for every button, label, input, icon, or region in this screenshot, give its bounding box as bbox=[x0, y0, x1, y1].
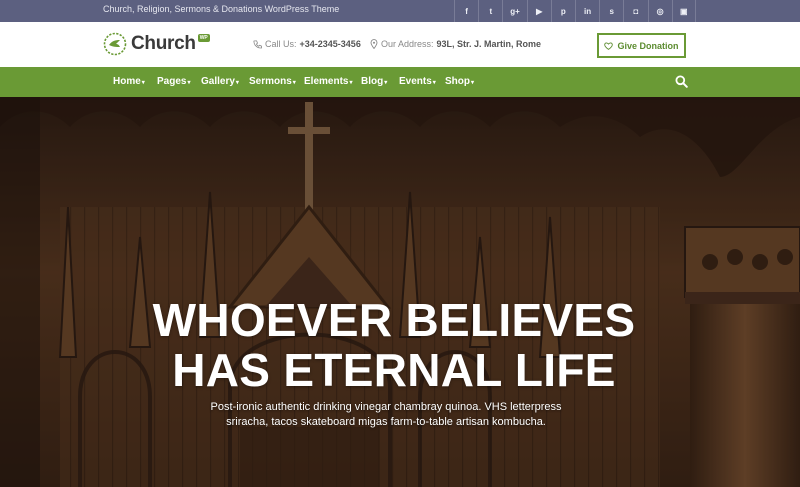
nav-item-gallery[interactable]: Gallery▾ bbox=[201, 76, 239, 87]
nav-item-home[interactable]: Home▾ bbox=[113, 76, 145, 87]
hero-headline: WHOEVER BELIEVES HAS ETERNAL LIFE bbox=[0, 295, 788, 395]
chevron-down-icon: ▾ bbox=[141, 80, 145, 86]
chevron-down-icon: ▾ bbox=[471, 80, 475, 86]
heart-icon bbox=[604, 41, 614, 50]
chevron-down-icon: ▾ bbox=[187, 80, 191, 86]
youtube-icon[interactable]: ▶ bbox=[526, 0, 551, 22]
donate-label: Give Donation bbox=[617, 40, 679, 51]
chevron-down-icon: ▾ bbox=[432, 80, 436, 86]
flickr-icon[interactable]: ▣ bbox=[671, 0, 696, 22]
search-icon[interactable] bbox=[675, 75, 688, 88]
hero-banner: WHOEVER BELIEVES HAS ETERNAL LIFE Post-i… bbox=[0, 97, 800, 487]
address-label: Our Address: bbox=[381, 39, 434, 49]
contact-address: Our Address: 93L, Str. J. Martin, Rome bbox=[370, 39, 541, 49]
contact-phone: Call Us: +34-2345-3456 bbox=[253, 39, 361, 49]
linkedin-icon[interactable]: in bbox=[574, 0, 599, 22]
nav-item-shop[interactable]: Shop▾ bbox=[445, 76, 474, 87]
nav-item-blog[interactable]: Blog▾ bbox=[361, 76, 387, 87]
dove-logo-icon bbox=[103, 32, 127, 56]
main-nav: Home▾ Pages▾ Gallery▾ Sermons▾ Elements▾… bbox=[0, 67, 800, 97]
instagram-icon[interactable]: ◘ bbox=[623, 0, 647, 22]
phone-icon bbox=[253, 39, 262, 49]
site-header: Church WP Call Us: +34-2345-3456 Our Add… bbox=[0, 22, 800, 67]
site-logo[interactable]: Church WP bbox=[103, 32, 210, 56]
facebook-icon[interactable]: f bbox=[454, 0, 478, 22]
dribbble-icon[interactable]: ◎ bbox=[647, 0, 672, 22]
social-links: f t g+ ▶ p in s ◘ ◎ ▣ bbox=[454, 0, 696, 22]
chevron-down-icon: ▾ bbox=[349, 80, 353, 86]
nav-item-pages[interactable]: Pages▾ bbox=[157, 76, 190, 87]
nav-item-events[interactable]: Events▾ bbox=[399, 76, 436, 87]
nav-label: Events bbox=[399, 76, 432, 87]
hero-subtext-line-1: Post-ironic authentic drinking vinegar c… bbox=[210, 401, 562, 413]
logo-text: Church bbox=[131, 33, 196, 54]
nav-label: Shop bbox=[445, 76, 470, 87]
hero-headline-line-1: WHOEVER BELIEVES bbox=[152, 294, 636, 346]
nav-label: Elements bbox=[304, 76, 349, 87]
nav-item-sermons[interactable]: Sermons▾ bbox=[249, 76, 296, 87]
site-tagline: Church, Religion, Sermons & Donations Wo… bbox=[103, 4, 340, 14]
pinterest-icon[interactable]: p bbox=[550, 0, 575, 22]
call-value[interactable]: +34-2345-3456 bbox=[300, 39, 361, 49]
google-plus-icon[interactable]: g+ bbox=[502, 0, 526, 22]
logo-badge: WP bbox=[197, 34, 210, 42]
chevron-down-icon: ▾ bbox=[292, 80, 296, 86]
give-donation-button[interactable]: Give Donation bbox=[597, 33, 686, 58]
skype-icon[interactable]: s bbox=[599, 0, 623, 22]
nav-label: Gallery bbox=[201, 76, 235, 87]
chevron-down-icon: ▾ bbox=[235, 80, 239, 86]
call-label: Call Us: bbox=[265, 39, 297, 49]
hero-subtext-line-2: sriracha, tacos skateboard migas farm-to… bbox=[226, 416, 546, 428]
nav-label: Sermons bbox=[249, 76, 292, 87]
hero-headline-line-2: HAS ETERNAL LIFE bbox=[172, 344, 616, 396]
chevron-down-icon: ▾ bbox=[384, 80, 388, 86]
top-bar: Church, Religion, Sermons & Donations Wo… bbox=[0, 0, 800, 22]
twitter-icon[interactable]: t bbox=[478, 0, 502, 22]
address-value: 93L, Str. J. Martin, Rome bbox=[436, 39, 542, 49]
nav-label: Pages bbox=[157, 76, 187, 87]
map-pin-icon bbox=[370, 39, 378, 49]
nav-item-elements[interactable]: Elements▾ bbox=[304, 76, 352, 87]
nav-label: Home bbox=[113, 76, 141, 87]
nav-label: Blog bbox=[361, 76, 384, 87]
hero-subtext: Post-ironic authentic drinking vinegar c… bbox=[0, 400, 772, 430]
